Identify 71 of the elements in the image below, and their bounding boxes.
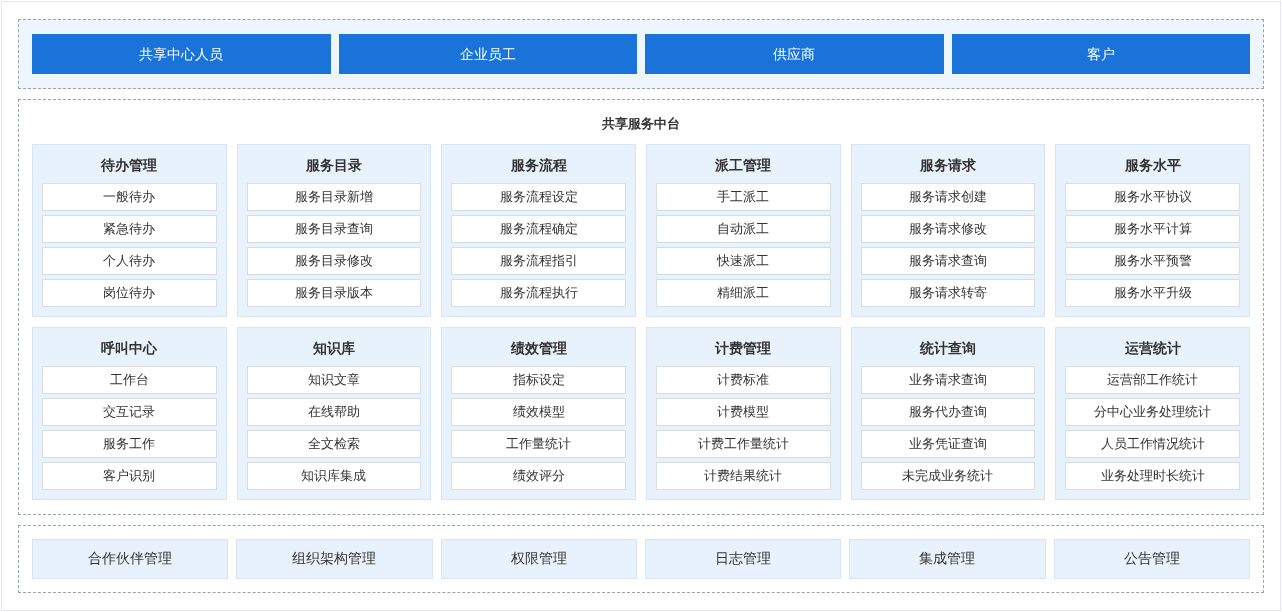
base-service-tile: 组织架构管理 bbox=[236, 538, 433, 579]
function-tile: 紧急待办 bbox=[42, 214, 217, 243]
base-service-tile: 公告管理 bbox=[1053, 538, 1250, 579]
function-tile: 知识库集成 bbox=[246, 461, 422, 490]
function-tile: 绩效模型 bbox=[451, 397, 626, 426]
function-tile: 一般待办 bbox=[42, 182, 217, 211]
user-role-tile: 供应商 bbox=[645, 34, 944, 74]
function-tile: 计费模型 bbox=[656, 397, 831, 426]
function-tile: 交互记录 bbox=[42, 397, 217, 426]
module-title: 知识库 bbox=[312, 338, 356, 358]
function-tile: 服务请求转寄 bbox=[860, 278, 1036, 307]
module-title: 待办管理 bbox=[100, 155, 159, 175]
function-tile: 计费工作量统计 bbox=[656, 429, 831, 458]
function-tile: 运营部工作统计 bbox=[1065, 365, 1240, 394]
function-tile: 服务水平预警 bbox=[1065, 246, 1240, 275]
function-tile: 岗位待办 bbox=[42, 278, 217, 307]
module-title: 派工管理 bbox=[714, 155, 773, 175]
function-tile: 服务水平升级 bbox=[1065, 278, 1240, 307]
function-tile: 服务流程执行 bbox=[451, 278, 626, 307]
function-tile: 服务流程指引 bbox=[451, 246, 626, 275]
function-tile: 工作量统计 bbox=[451, 429, 626, 458]
function-tile: 服务请求查询 bbox=[860, 246, 1036, 275]
function-tile: 工作台 bbox=[42, 365, 217, 394]
function-tile: 人员工作情况统计 bbox=[1065, 429, 1240, 458]
function-tile: 服务目录修改 bbox=[246, 246, 422, 275]
function-tile: 业务凭证查询 bbox=[860, 429, 1036, 458]
function-tile: 快速派工 bbox=[656, 246, 831, 275]
function-tile: 业务处理时长统计 bbox=[1065, 461, 1240, 490]
module-title: 服务目录 bbox=[305, 155, 363, 175]
function-tile: 客户识别 bbox=[42, 461, 217, 490]
module-title: 呼叫中心 bbox=[100, 338, 159, 358]
function-tile: 知识文章 bbox=[246, 365, 422, 394]
function-tile: 服务工作 bbox=[42, 429, 217, 458]
function-tile: 精细派工 bbox=[656, 278, 831, 307]
function-tile: 手工派工 bbox=[656, 182, 831, 211]
module-title: 服务流程 bbox=[509, 155, 568, 175]
function-tile: 计费标准 bbox=[656, 365, 831, 394]
user-role-tile: 共享中心人员 bbox=[32, 34, 331, 74]
module-title: 服务水平 bbox=[1123, 155, 1182, 175]
function-tile: 指标设定 bbox=[451, 365, 626, 394]
function-tile: 服务请求创建 bbox=[860, 182, 1036, 211]
function-tile: 服务目录新增 bbox=[246, 182, 422, 211]
function-tile: 服务目录版本 bbox=[246, 278, 422, 307]
function-tile: 未完成业务统计 bbox=[860, 461, 1036, 490]
function-tile: 服务水平计算 bbox=[1065, 214, 1240, 243]
user-role-tile: 客户 bbox=[951, 34, 1250, 74]
module-title: 统计查询 bbox=[919, 338, 977, 358]
function-tile: 个人待办 bbox=[42, 246, 217, 275]
function-tile: 服务水平协议 bbox=[1065, 182, 1240, 211]
user-role-tile: 企业员工 bbox=[338, 34, 637, 74]
base-service-tile: 权限管理 bbox=[440, 538, 637, 579]
module-title: 绩效管理 bbox=[509, 338, 568, 358]
module-title: 计费管理 bbox=[713, 338, 773, 358]
function-tile: 在线帮助 bbox=[246, 397, 422, 426]
function-tile: 服务请求修改 bbox=[860, 214, 1036, 243]
function-tile: 服务流程确定 bbox=[451, 214, 626, 243]
function-tile: 自动派工 bbox=[656, 214, 831, 243]
base-service-tile: 集成管理 bbox=[849, 538, 1046, 579]
function-tile: 分中心业务处理统计 bbox=[1065, 397, 1240, 426]
base-service-tile: 日志管理 bbox=[645, 538, 842, 579]
module-title: 服务请求 bbox=[919, 155, 977, 175]
function-tile: 服务目录查询 bbox=[246, 214, 422, 243]
function-tile: 绩效评分 bbox=[451, 461, 626, 490]
base-service-tile: 合作伙伴管理 bbox=[32, 538, 229, 579]
function-tile: 计费结果统计 bbox=[656, 461, 831, 490]
function-tile: 业务请求查询 bbox=[860, 365, 1036, 394]
platform-title: 共享服务中台 bbox=[601, 115, 681, 133]
function-tile: 服务流程设定 bbox=[451, 182, 626, 211]
function-tile: 全文检索 bbox=[246, 429, 422, 458]
function-tile: 服务代办查询 bbox=[860, 397, 1036, 426]
module-title: 运营统计 bbox=[1123, 338, 1182, 358]
